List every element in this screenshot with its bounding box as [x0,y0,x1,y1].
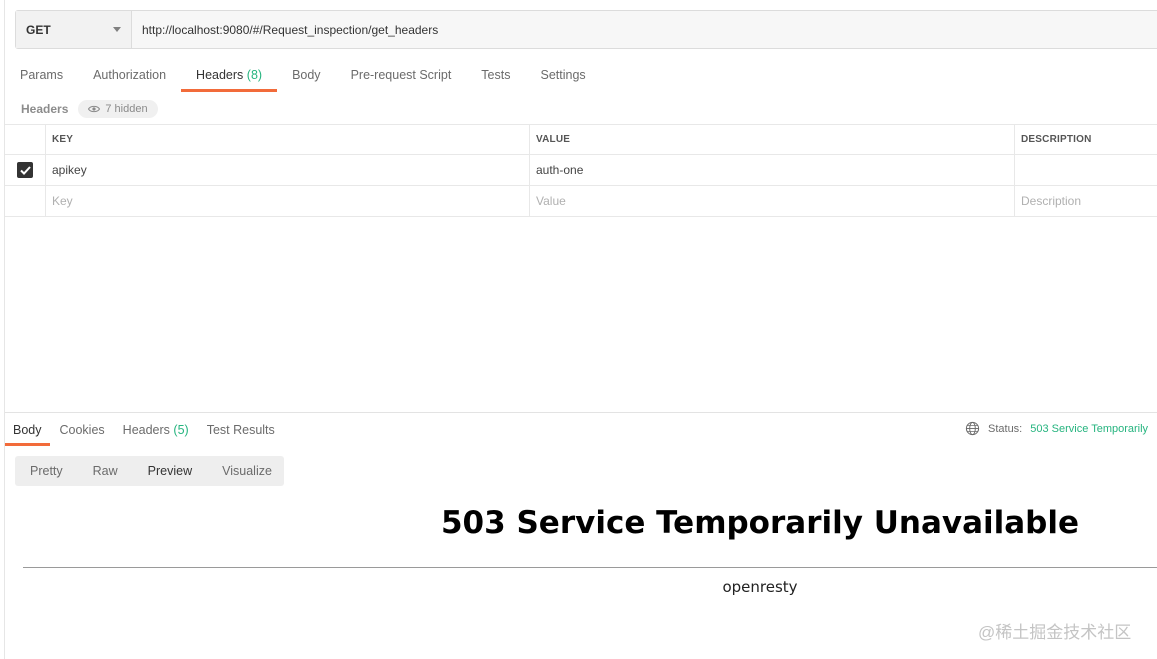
column-value-header: VALUE [530,125,1015,154]
method-value: GET [26,22,51,37]
tab-count: (5) [173,423,189,437]
response-tab-headers[interactable]: Headers (5) [115,418,197,446]
headers-subbar: Headers 7 hidden [21,98,158,120]
row-enabled-checkbox[interactable] [17,162,33,178]
preview-server-name: openresty [722,578,798,596]
eye-icon [88,105,101,113]
tab-label: Body [292,68,321,82]
globe-icon[interactable] [965,421,980,436]
mode-pretty[interactable]: Pretty [15,464,78,478]
tab-label: Params [20,68,64,82]
row-key-input[interactable]: apikey [46,155,530,185]
tab-pre-request-script[interactable]: Pre-request Script [336,62,467,92]
tab-label: Cookies [59,423,105,437]
checkmark-icon [19,165,31,175]
tab-count: (8) [246,68,263,82]
row-description-input[interactable] [1015,155,1157,185]
pane-divider[interactable] [5,412,1157,413]
response-tabs: Body Cookies Headers (5) Test Results [5,418,285,446]
new-row-checkbox-cell [5,186,46,216]
tab-label: Headers [196,68,244,82]
request-url-bar: GET http://localhost:9080/#/Request_insp… [15,10,1157,49]
preview-heading: 503 Service Temporarily Unavailable [440,505,1080,541]
tab-params[interactable]: Params [5,62,78,92]
tab-label: Tests [481,68,511,82]
status-label: Status: [988,422,1023,435]
method-select[interactable]: GET [16,11,132,48]
response-tab-test-results[interactable]: Test Results [199,418,283,446]
tab-authorization[interactable]: Authorization [78,62,181,92]
new-description-input[interactable]: Description [1015,186,1157,216]
tab-tests[interactable]: Tests [466,62,525,92]
table-header-row: KEY VALUE DESCRIPTION [5,124,1157,155]
tab-settings[interactable]: Settings [525,62,600,92]
tab-label: Pre-request Script [350,68,452,82]
header-checkbox-cell [5,125,46,154]
new-key-input[interactable]: Key [46,186,530,216]
tab-label: Headers [122,423,170,437]
request-tabs: Params Authorization Headers (8) Body Pr… [5,62,601,92]
tab-label: Settings [540,68,586,82]
body-view-modes: Pretty Raw Preview Visualize [15,456,284,486]
mode-raw[interactable]: Raw [78,464,133,478]
preview-divider [23,567,1157,568]
new-value-input[interactable]: Value [530,186,1015,216]
table-row: apikey auth-one [5,155,1157,186]
column-key-header: KEY [46,125,530,154]
watermark-text: @稀土掘金技术社区 [978,623,1132,642]
tab-label: Authorization [93,68,167,82]
headers-section-label: Headers [21,102,69,116]
row-value-input[interactable]: auth-one [530,155,1015,185]
hidden-count-text: 7 hidden [105,103,148,115]
status-value[interactable]: 503 Service Temporarily [1030,423,1148,435]
mode-visualize[interactable]: Visualize [207,464,287,478]
tab-label: Test Results [206,423,275,437]
left-edge-strip [0,0,5,659]
response-tab-body[interactable]: Body [5,418,50,446]
response-status: Status: 503 Service Temporarily [965,421,1148,436]
table-row-new: Key Value Description [5,186,1157,217]
row-checkbox-cell [5,155,46,185]
url-input[interactable]: http://localhost:9080/#/Request_inspecti… [132,11,1157,48]
mode-preview[interactable]: Preview [133,464,207,478]
response-tab-cookies[interactable]: Cookies [52,418,113,446]
hidden-headers-toggle[interactable]: 7 hidden [78,100,158,118]
tab-headers[interactable]: Headers (8) [181,62,278,92]
column-description-header: DESCRIPTION [1021,134,1092,145]
tab-body[interactable]: Body [277,62,336,92]
chevron-down-icon [113,27,121,32]
tab-label: Body [13,423,42,437]
headers-table: KEY VALUE DESCRIPTION apikey auth-one Ke… [5,124,1157,217]
